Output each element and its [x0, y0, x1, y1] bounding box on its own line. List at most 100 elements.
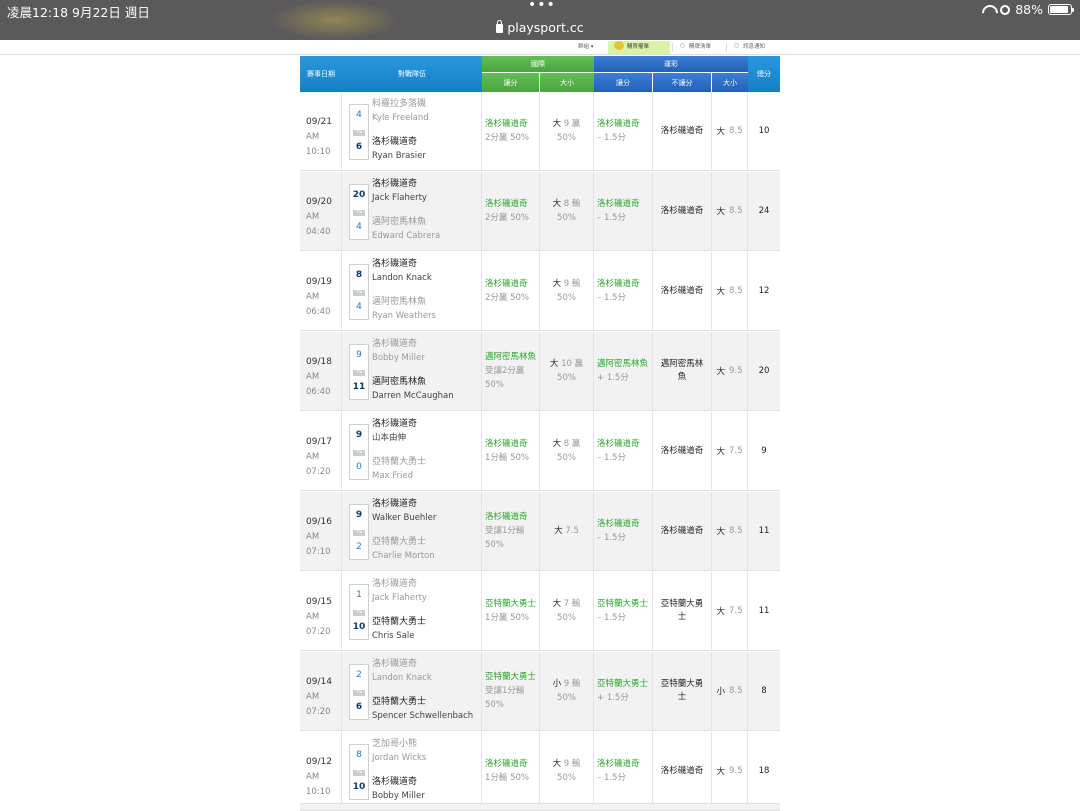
tw-nospread-cell: 洛杉磯道奇	[653, 732, 712, 810]
game-date: 09/17	[306, 437, 332, 447]
away-team: 科羅拉多落磯 Kyle Freeland	[372, 97, 429, 125]
status-time: 凌晨12:18 9月22日 週日	[7, 5, 150, 20]
home-team-name: 洛杉磯道奇	[372, 137, 418, 147]
intl-ou-direction: 大	[549, 359, 559, 369]
intl-spread-cell: 洛杉磯道奇 2分贏 50%	[482, 252, 540, 330]
score-box: 8 VS 10	[349, 744, 369, 800]
tw-spread-team: 洛杉磯道奇	[597, 199, 640, 209]
score-box: 4 VS 6	[349, 104, 369, 160]
header-tw: 運彩	[594, 56, 748, 72]
intl-spread-team: 邁阿密馬林魚	[485, 352, 537, 362]
tw-ou-direction: 大	[716, 527, 725, 537]
tw-nospread-cell: 洛杉磯道奇	[653, 252, 712, 330]
total-score: 12	[758, 286, 770, 296]
score-box: 9 VS 2	[349, 504, 369, 560]
away-team: 洛杉磯道奇 Landon Knack	[372, 657, 432, 685]
away-score: 9	[356, 350, 362, 360]
subnav-buy-prediction[interactable]: 購買權單	[608, 41, 670, 54]
tw-spread-cell: 洛杉磯道奇 – 1.5分	[594, 732, 653, 810]
intl-spread-cell: 邁阿密馬林魚 受讓2分贏 50%	[482, 332, 540, 410]
home-pitcher: Max Fried	[372, 471, 414, 481]
total-cell: 10	[748, 92, 780, 170]
intl-ou-number: 7	[563, 599, 570, 609]
tw-ou-cell: 大 8.5	[712, 492, 748, 570]
table-row: 09/17 AM 07:20 9 VS 0 洛杉磯道奇 山本由伸 亞特蘭大勇士 …	[300, 412, 780, 491]
battery-percent: 88%	[1015, 2, 1043, 17]
game-time: 04:40	[306, 227, 331, 237]
tw-spread-line: – 1.5分	[597, 453, 626, 463]
match-cell: 1 VS 10 洛杉磯道奇 Jack Flaherty 亞特蘭大勇士 Chris…	[342, 572, 482, 650]
home-pitcher: Ryan Brasier	[372, 151, 426, 161]
bell-icon	[734, 43, 739, 48]
away-score: 9	[355, 510, 363, 520]
intl-ou-cell: 大 8 贏 50%	[540, 412, 594, 490]
tw-nospread-team: 洛杉磯道奇	[660, 765, 704, 776]
sub-navigation: 群組 ▾ 購買權單 購牌清單 訊息通知	[0, 40, 1080, 55]
tw-ou-cell: 大 8.5	[712, 172, 748, 250]
intl-ou-cell: 大 9 輸 50%	[540, 732, 594, 810]
table-row: 09/18 AM 06:40 9 VS 11 洛杉磯道奇 Bobby Mille…	[300, 332, 780, 411]
tw-nospread-cell: 洛杉磯道奇	[653, 172, 712, 250]
game-date: 09/16	[306, 517, 332, 527]
subnav-groups[interactable]: 群組 ▾	[572, 41, 600, 54]
intl-ou-percent: 50%	[557, 133, 576, 143]
intl-spread-result: 1分輸 50%	[485, 773, 530, 783]
away-score: 2	[356, 670, 362, 680]
intl-ou-percent: 50%	[557, 373, 576, 383]
subnav-purchase-list[interactable]: 購牌清單	[674, 41, 717, 54]
table-row: 09/20 AM 04:40 20 VS 4 洛杉磯道奇 Jack Flaher…	[300, 172, 780, 251]
date-cell: 09/19 AM 06:40	[300, 252, 342, 330]
total-cell: 11	[748, 572, 780, 650]
total-cell: 24	[748, 172, 780, 250]
tw-spread-line: + 1.5分	[597, 373, 629, 383]
tw-nospread-cell: 洛杉磯道奇	[653, 412, 712, 490]
intl-ou-cell: 大 10 贏 50%	[540, 332, 594, 410]
game-ampm: AM	[306, 132, 320, 142]
game-ampm: AM	[306, 772, 320, 782]
game-date: 09/20	[306, 197, 332, 207]
intl-spread-team: 亞特蘭大勇士	[485, 672, 537, 682]
intl-ou-direction: 大	[552, 439, 562, 449]
tw-ou-direction: 大	[716, 607, 725, 617]
tw-spread-line: – 1.5分	[597, 533, 626, 543]
away-team-name: 芝加哥小熊	[372, 739, 418, 749]
tw-nospread-team: 洛杉磯道奇	[660, 125, 704, 136]
intl-ou-cell: 大 7 輸 50%	[540, 572, 594, 650]
home-team: 洛杉磯道奇 Bobby Miller	[372, 775, 425, 803]
match-cell: 9 VS 0 洛杉磯道奇 山本由伸 亞特蘭大勇士 Max Fried	[342, 412, 482, 490]
table-row: 09/19 AM 06:40 8 VS 4 洛杉磯道奇 Landon Knack…	[300, 252, 780, 331]
multitask-dots-icon[interactable]: •••	[528, 0, 556, 13]
intl-ou-cell: 小 9 輸 50%	[540, 652, 594, 730]
tw-nospread-team: 洛杉磯道奇	[660, 205, 704, 216]
subnav-notifications[interactable]: 訊息通知	[728, 41, 771, 54]
intl-ou-direction: 大	[552, 279, 562, 289]
game-ampm: AM	[306, 612, 320, 622]
tw-ou-number: 9.5	[728, 766, 743, 776]
tw-nospread-cell: 亞特蘭大勇士	[653, 652, 712, 730]
intl-ou-result: 輸	[571, 679, 581, 689]
vs-badge: VS	[353, 130, 365, 136]
address-bar[interactable]: playsport.cc	[0, 20, 1080, 35]
game-time: 06:40	[306, 387, 331, 397]
away-pitcher: Jack Flaherty	[372, 593, 427, 603]
tw-ou-number: 8.5	[728, 286, 743, 296]
tw-ou-number: 7.5	[728, 606, 743, 616]
total-score: 11	[758, 606, 770, 616]
intl-ou-number: 10	[561, 359, 572, 369]
intl-ou-cell: 大 9 贏 50%	[540, 92, 594, 170]
intl-ou-direction: 大	[554, 526, 563, 536]
home-team: 亞特蘭大勇士 Chris Sale	[372, 615, 426, 643]
intl-ou-result: 輸	[571, 279, 581, 289]
tw-spread-cell: 亞特蘭大勇士 + 1.5分	[594, 652, 653, 730]
tw-nospread-cell: 亞特蘭大勇士	[653, 572, 712, 650]
date-cell: 09/18 AM 06:40	[300, 332, 342, 410]
total-score: 11	[758, 526, 770, 536]
tw-spread-team: 洛杉磯道奇	[597, 519, 640, 529]
total-score: 18	[758, 766, 770, 776]
game-date: 09/15	[306, 597, 332, 607]
tw-ou-direction: 大	[716, 287, 725, 297]
away-team-name: 洛杉磯道奇	[372, 419, 418, 429]
intl-ou-percent: 50%	[557, 213, 576, 223]
coin-icon	[614, 41, 624, 50]
intl-ou-direction: 大	[552, 199, 562, 209]
